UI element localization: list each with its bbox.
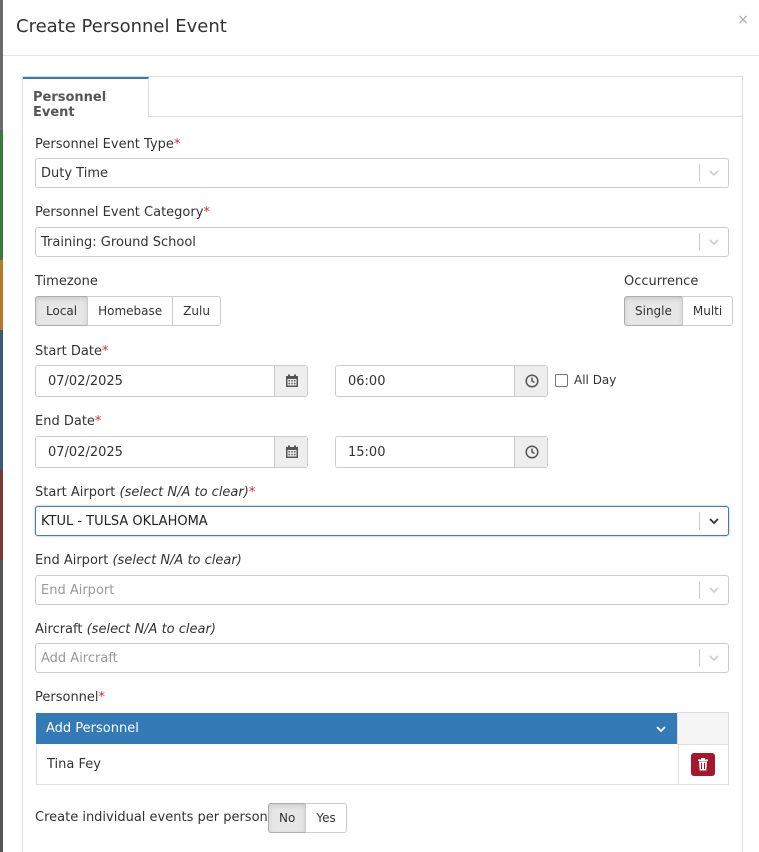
add-personnel-label: Add Personnel (46, 721, 139, 736)
clock-icon (525, 374, 539, 388)
individual-events-toggle: No Yes (268, 803, 347, 833)
timezone-toggle: Local Homebase Zulu (35, 296, 221, 326)
personnel-label: Personnel* (35, 690, 106, 705)
calendar-icon (286, 445, 298, 458)
add-personnel-dropdown[interactable]: Add Personnel (36, 713, 677, 744)
start-airport-label: Start Airport (select N/A to clear)* (35, 485, 256, 500)
tab-bar: Personnel Event (23, 77, 742, 120)
aircraft-label: Aircraft (select N/A to clear) (35, 622, 216, 637)
modal-header: Create Personnel Event × (3, 0, 759, 56)
background-strip (0, 0, 3, 852)
event-category-label: Personnel Event Category* (35, 205, 210, 220)
end-time-input[interactable]: 15:00 (335, 436, 515, 468)
start-airport-select[interactable]: KTUL - TULSA OKLAHOMA (35, 506, 729, 536)
start-time-input[interactable]: 06:00 (335, 365, 515, 397)
occurrence-multi-button[interactable]: Multi (681, 296, 734, 326)
all-day-checkbox[interactable] (555, 374, 568, 387)
event-type-label: Personnel Event Type* (35, 137, 181, 152)
delete-personnel-button[interactable] (691, 753, 715, 776)
occurrence-single-button[interactable]: Single (624, 296, 683, 326)
personnel-header-cell (677, 712, 729, 745)
chevron-down-icon (709, 518, 719, 525)
calendar-icon (286, 374, 298, 387)
event-category-value: Training: Ground School (41, 235, 196, 250)
event-type-select[interactable]: Duty Time (35, 158, 729, 188)
start-airport-value: KTUL - TULSA OKLAHOMA (41, 514, 208, 529)
table-row: Tina Fey (36, 745, 729, 785)
chevron-down-icon (709, 587, 719, 594)
end-date-calendar-button[interactable] (274, 436, 308, 468)
event-category-select[interactable]: Training: Ground School (35, 227, 729, 257)
end-airport-select[interactable]: End Airport (35, 575, 729, 605)
individual-events-no-button[interactable]: No (268, 803, 307, 833)
aircraft-placeholder: Add Aircraft (41, 651, 118, 666)
timezone-homebase-button[interactable]: Homebase (87, 296, 174, 326)
chevron-down-icon (709, 239, 719, 246)
start-date-input[interactable]: 07/02/2025 (35, 365, 275, 397)
personnel-name: Tina Fey (47, 757, 101, 772)
all-day-label: All Day (574, 373, 617, 387)
start-date-label: Start Date* (35, 344, 109, 359)
close-icon[interactable]: × (737, 12, 749, 28)
start-time-clock-button[interactable] (514, 365, 548, 397)
individual-events-yes-button[interactable]: Yes (305, 803, 347, 833)
end-airport-placeholder: End Airport (41, 583, 115, 598)
timezone-zulu-button[interactable]: Zulu (172, 296, 221, 326)
chevron-down-icon (709, 170, 719, 177)
chevron-down-icon (709, 655, 719, 662)
end-date-label: End Date* (35, 414, 102, 429)
chevron-down-icon (656, 726, 666, 733)
occurrence-toggle: Single Multi (624, 296, 734, 326)
end-airport-label: End Airport (select N/A to clear) (35, 553, 242, 568)
clock-icon (525, 445, 539, 459)
aircraft-select[interactable]: Add Aircraft (35, 643, 729, 673)
tab-personnel-event[interactable]: Personnel Event (23, 77, 149, 120)
individual-events-label: Create individual events per personnel (35, 810, 288, 825)
modal-title: Create Personnel Event (16, 16, 227, 37)
timezone-label: Timezone (35, 274, 98, 289)
occurrence-label: Occurrence (624, 274, 699, 289)
end-time-clock-button[interactable] (514, 436, 548, 468)
end-date-input[interactable]: 07/02/2025 (35, 436, 275, 468)
trash-icon (698, 758, 708, 771)
timezone-local-button[interactable]: Local (35, 296, 89, 326)
event-type-value: Duty Time (41, 166, 108, 181)
start-date-calendar-button[interactable] (274, 365, 308, 397)
